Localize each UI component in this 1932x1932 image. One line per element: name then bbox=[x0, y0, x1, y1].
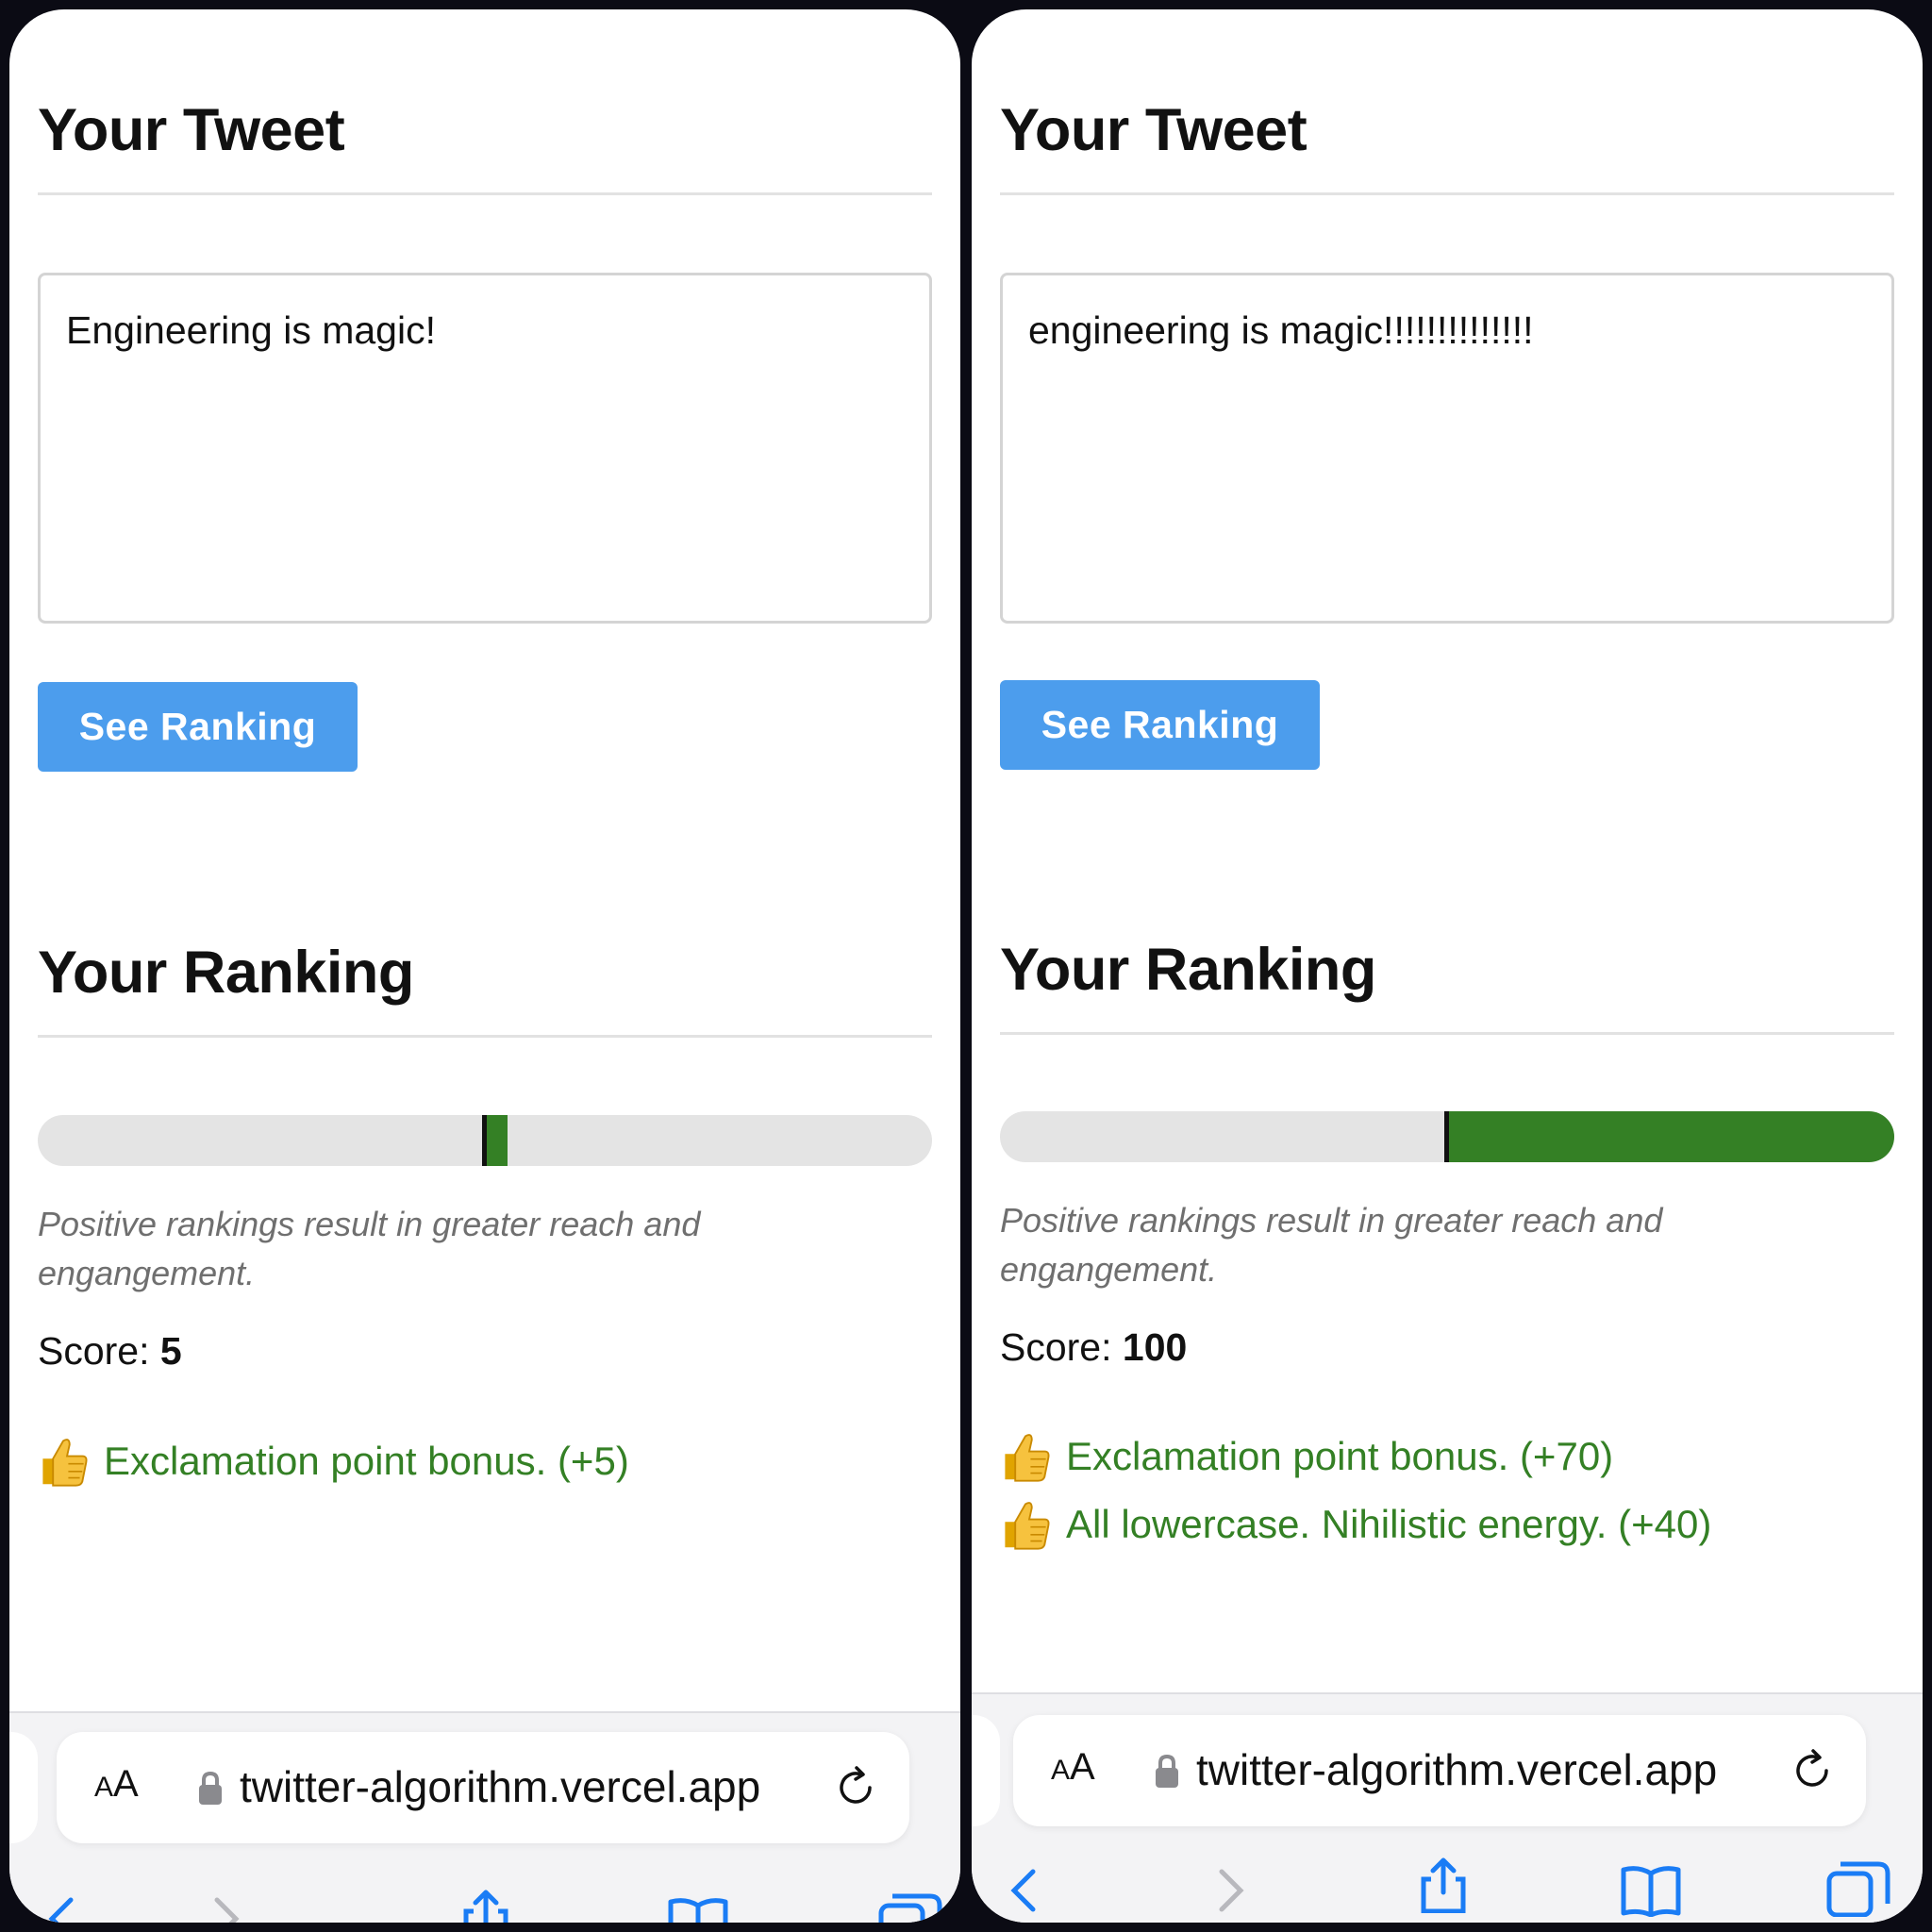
reason-list: Exclamation point bonus. (+5) bbox=[38, 1427, 629, 1495]
lock-icon bbox=[1156, 1754, 1178, 1788]
section-divider bbox=[38, 192, 932, 195]
ranking-meter-midpoint bbox=[1444, 1111, 1449, 1162]
reason-item: All lowercase. Nihilistic energy. (+40) bbox=[1000, 1491, 1711, 1558]
thumbs-up-icon bbox=[1000, 1496, 1051, 1553]
bookmarks-icon[interactable] bbox=[665, 1892, 731, 1923]
ranking-section-title: Your Ranking bbox=[1000, 937, 1376, 1003]
reason-item: Exclamation point bonus. (+70) bbox=[1000, 1423, 1711, 1491]
tabs-icon[interactable] bbox=[1825, 1860, 1891, 1917]
section-divider bbox=[1000, 192, 1894, 195]
reason-text: All lowercase. Nihilistic energy. (+40) bbox=[1066, 1502, 1712, 1546]
ranking-note: Positive rankings result in greater reac… bbox=[1000, 1201, 1663, 1289]
back-icon[interactable] bbox=[28, 1890, 94, 1923]
tabs-icon[interactable] bbox=[877, 1892, 943, 1923]
ranking-meter bbox=[38, 1115, 932, 1166]
ranking-meter bbox=[1000, 1111, 1894, 1162]
tweet-textarea[interactable]: Engineering is magic! bbox=[38, 273, 932, 624]
score-value: 5 bbox=[159, 1329, 182, 1373]
score-label: Score: bbox=[1000, 1325, 1112, 1369]
ranking-meter-midpoint bbox=[482, 1115, 487, 1166]
bookmarks-icon[interactable] bbox=[1618, 1860, 1684, 1917]
reload-icon[interactable] bbox=[832, 1764, 879, 1811]
phone-screen-left: Your Tweet Engineering is magic! See Ran… bbox=[9, 9, 960, 1923]
lock-icon bbox=[199, 1771, 222, 1805]
share-icon[interactable] bbox=[1410, 1857, 1476, 1913]
reason-text: Exclamation point bonus. (+70) bbox=[1066, 1434, 1614, 1478]
reload-icon[interactable] bbox=[1789, 1747, 1836, 1794]
forward-icon[interactable] bbox=[193, 1890, 259, 1923]
score-line: Score: 100 bbox=[1000, 1325, 1187, 1370]
reader-text-size-button[interactable]: AA bbox=[1051, 1746, 1095, 1789]
address-bar[interactable]: AA twitter-algorithm.vercel.app bbox=[1013, 1715, 1866, 1826]
phone-screen-right: Your Tweet engineering is magic!!!!!!!!!… bbox=[972, 9, 1923, 1923]
share-icon[interactable] bbox=[453, 1889, 519, 1923]
thumbs-up-icon bbox=[1000, 1428, 1051, 1485]
browser-toolbar: AA twitter-algorithm.vercel.app bbox=[972, 1692, 1923, 1923]
ranking-note: Positive rankings result in greater reac… bbox=[38, 1205, 701, 1292]
back-icon[interactable] bbox=[991, 1862, 1057, 1919]
ranking-meter-fill bbox=[1447, 1111, 1894, 1162]
tweet-section-title: Your Tweet bbox=[1000, 97, 1307, 163]
section-divider bbox=[1000, 1032, 1894, 1035]
browser-toolbar: AA twitter-algorithm.vercel.app bbox=[9, 1711, 960, 1923]
url-text: twitter-algorithm.vercel.app bbox=[1196, 1745, 1718, 1794]
ranking-section-title: Your Ranking bbox=[38, 940, 414, 1006]
tweet-textarea[interactable]: engineering is magic!!!!!!!!!!!!!! bbox=[1000, 273, 1894, 624]
reader-text-size-button[interactable]: AA bbox=[94, 1763, 139, 1806]
see-ranking-button[interactable]: See Ranking bbox=[38, 682, 358, 772]
forward-icon[interactable] bbox=[1198, 1862, 1264, 1919]
score-label: Score: bbox=[38, 1329, 150, 1373]
section-divider bbox=[38, 1035, 932, 1038]
tweet-section-title: Your Tweet bbox=[38, 97, 345, 163]
score-value: 100 bbox=[1122, 1325, 1188, 1369]
see-ranking-button[interactable]: See Ranking bbox=[1000, 680, 1320, 770]
score-line: Score: 5 bbox=[38, 1329, 182, 1374]
previous-tab-card[interactable] bbox=[9, 1732, 38, 1843]
ranking-meter-fill bbox=[485, 1115, 508, 1166]
reason-list: Exclamation point bonus. (+70) All lower… bbox=[1000, 1423, 1711, 1558]
url-text: twitter-algorithm.vercel.app bbox=[240, 1762, 761, 1811]
reason-text: Exclamation point bonus. (+5) bbox=[104, 1439, 629, 1483]
previous-tab-card[interactable] bbox=[972, 1715, 1000, 1826]
address-bar[interactable]: AA twitter-algorithm.vercel.app bbox=[57, 1732, 909, 1843]
thumbs-up-icon bbox=[38, 1433, 89, 1490]
reason-item: Exclamation point bonus. (+5) bbox=[38, 1427, 629, 1495]
